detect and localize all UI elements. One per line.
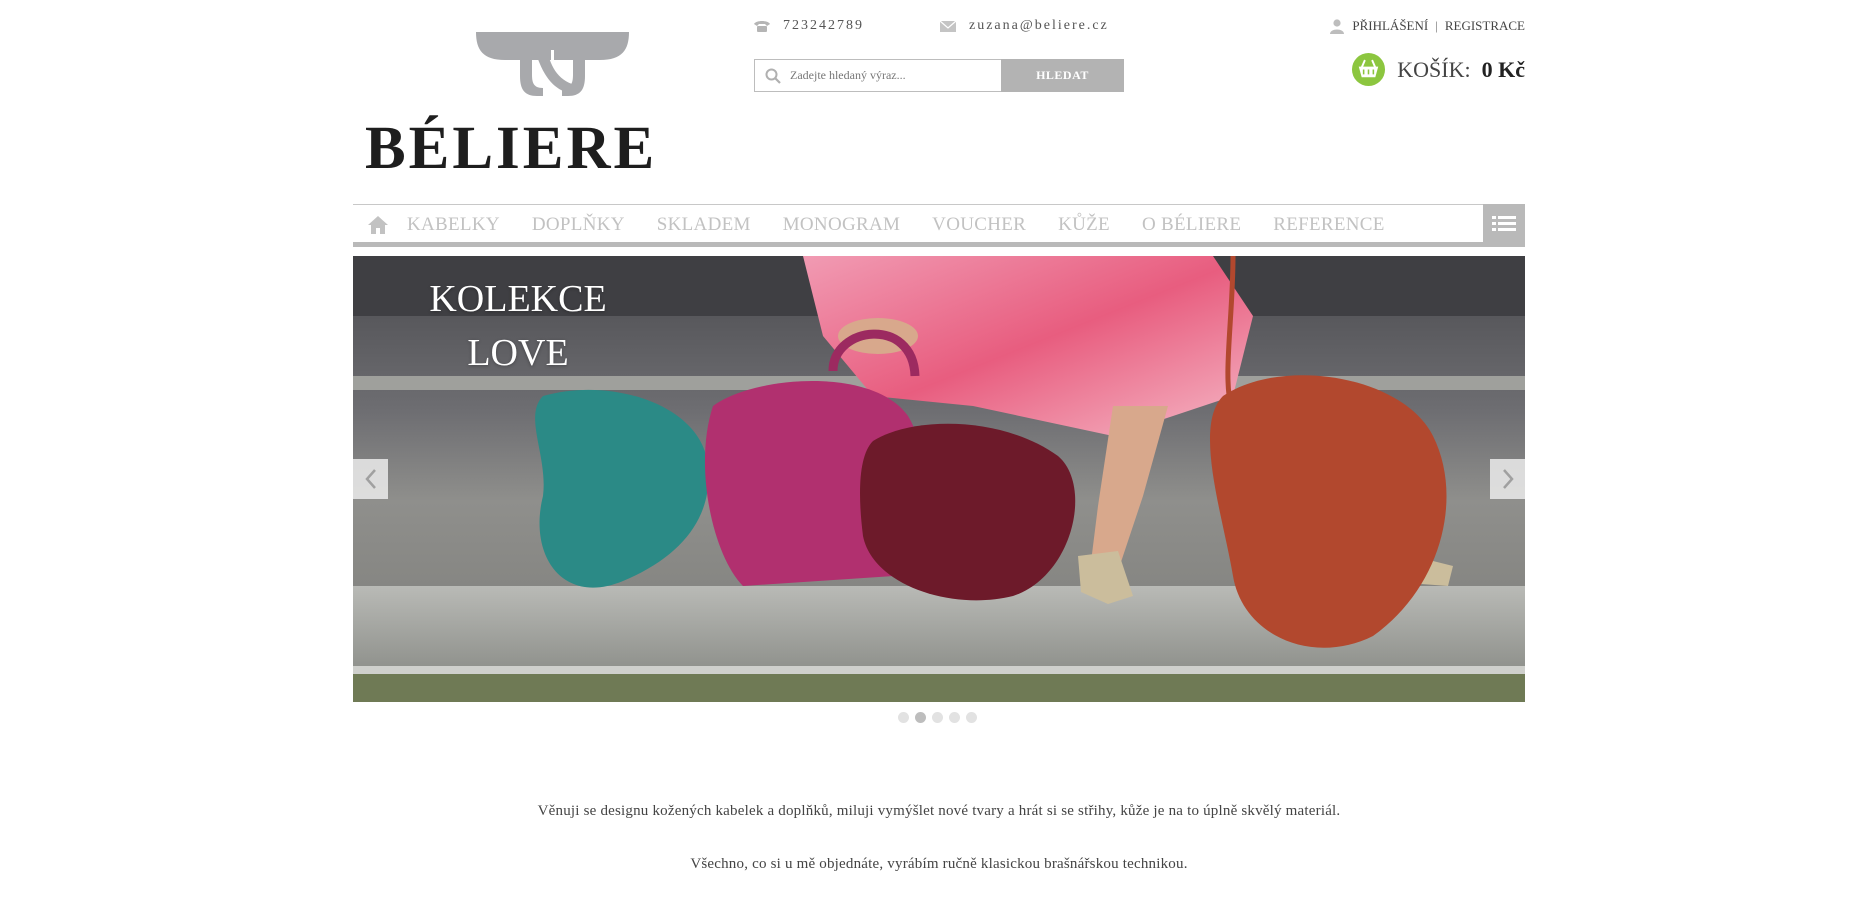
search-button[interactable]: HLEDAT [1001,59,1124,92]
cart-amount: 0 Kč [1481,56,1525,82]
slide-title-line2: LOVE [467,332,569,374]
page-wrapper: BÉLIERE 723242789 zuzana@beliere.cz HLED… [353,0,1525,900]
basket-icon [1352,52,1386,87]
slider-prev-button[interactable] [353,459,388,499]
search-form: HLEDAT [754,59,1126,92]
nav-item-skladem[interactable]: SKLADEM [657,214,751,236]
search-box [754,59,1002,92]
slide-title: KOLEKCE LOVE [393,272,643,380]
home-icon[interactable] [367,215,389,235]
user-icon [1330,19,1345,34]
search-input[interactable] [790,64,990,86]
intro-paragraph-1: Věnuji se designu kožených kabelek a dop… [537,803,1341,819]
nav-item-voucher[interactable]: VOUCHER [932,214,1026,236]
slide-title-line1: KOLEKCE [429,278,607,320]
slider-dot-4[interactable] [949,712,960,723]
logo-mark-icon [476,32,629,96]
account-separator: | [1435,18,1438,33]
login-link[interactable]: PŘIHLÁŠENÍ [1352,18,1428,34]
slider-dot-3[interactable] [932,712,943,723]
email-contact[interactable]: zuzana@beliere.cz [939,18,1109,34]
nav-bottom-border [353,242,1525,247]
nav-item-kuze[interactable]: KŮŽE [1058,214,1110,236]
slider-dot-1[interactable] [898,712,909,723]
phone-icon [754,21,770,32]
main-navigation: KABELKY DOPLŇKY SKLADEM MONOGRAM VOUCHER… [353,204,1525,248]
slider-dot-5[interactable] [966,712,977,723]
nav-item-monogram[interactable]: MONOGRAM [783,214,900,236]
envelope-icon [939,20,957,32]
cart-label: KOŠÍK: [1397,56,1471,82]
list-icon [1492,215,1516,231]
hero-slider: KOLEKCE LOVE [353,256,1525,702]
nav-item-doplnky[interactable]: DOPLŇKY [532,214,625,236]
register-link[interactable]: REGISTRACE [1445,18,1525,34]
nav-item-o-beliere[interactable]: O BÉLIERE [1142,214,1241,236]
slider-dot-2[interactable] [915,712,926,723]
nav-top-border [353,204,1525,205]
site-logo[interactable]: BÉLIERE [365,30,745,179]
slider-pagination [898,712,977,723]
nav-item-kabelky[interactable]: KABELKY [407,214,500,236]
cart-summary[interactable]: KOŠÍK: 0 Kč [1351,52,1525,87]
menu-toggle-button[interactable] [1483,204,1525,243]
email-address: zuzana@beliere.cz [969,18,1109,33]
chevron-left-icon [364,469,376,489]
account-links: PŘIHLÁŠENÍ | REGISTRACE [1329,18,1525,34]
search-icon [765,68,781,84]
phone-contact[interactable]: 723242789 [753,18,864,34]
slider-next-button[interactable] [1490,459,1525,499]
intro-paragraph-2: Všechno, co si u mě objednáte, vyrábím r… [690,856,1188,872]
logo-text: BÉLIERE [365,115,658,182]
chevron-right-icon [1502,469,1514,489]
phone-number: 723242789 [783,18,864,33]
nav-items: KABELKY DOPLŇKY SKLADEM MONOGRAM VOUCHER… [353,210,1417,240]
nav-item-reference[interactable]: REFERENCE [1273,214,1384,236]
